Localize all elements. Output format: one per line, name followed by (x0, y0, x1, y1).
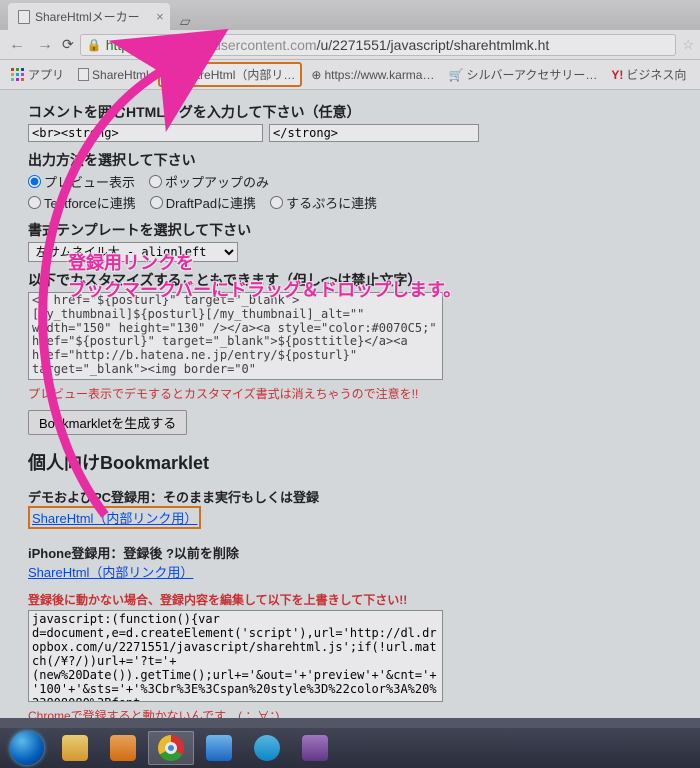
url-host: ://dl.dropboxusercontent.com (136, 37, 317, 53)
output-radio-group: プレビュー表示 ポップアップのみ (28, 172, 672, 191)
new-tab-button[interactable]: ▱ (170, 13, 201, 30)
bookmark-bar: アプリ ShareHtml ShareHtml（内部リ… ⊕https://ww… (0, 60, 700, 90)
warning-text: Chromeで登録すると動かないんです…( ；∀；) (28, 707, 672, 718)
taskbar-skype[interactable] (244, 731, 290, 765)
bookmark-item[interactable]: 🛒シルバーアクセサリー… (443, 64, 602, 85)
warning-text: プレビュー表示でデモするとカスタマイズ書式は消えちゃうので注意を!! (28, 385, 672, 402)
tab-title: ShareHtmlメーカー (35, 8, 140, 25)
url-input[interactable]: 🔒 https://dl.dropboxusercontent.com/u/22… (80, 34, 677, 56)
back-button[interactable]: ← (6, 36, 28, 54)
output-opt[interactable]: Textforceに連携 (28, 193, 136, 212)
windows-icon (10, 731, 44, 765)
lock-icon: 🔒 (87, 38, 102, 52)
page-content: コメントを囲むHTMLタグを入力して下さい（任意） 出力方法を選択して下さい プ… (0, 90, 700, 718)
wrap-prefix-input[interactable] (28, 124, 263, 142)
folder-icon (62, 735, 88, 761)
bookmarklet-link-iphone[interactable]: ShareHtml（内部リンク用） (28, 565, 193, 580)
chrome-icon (158, 735, 184, 761)
taskbar-explorer[interactable] (52, 731, 98, 765)
taskbar-chrome[interactable] (148, 731, 194, 765)
apps-button[interactable]: アプリ (6, 64, 69, 85)
browser-tab[interactable]: ShareHtmlメーカー × (8, 3, 170, 30)
url-path: /u/2271551/javascript/sharehtmlmk.ht (317, 37, 550, 53)
player-icon (110, 735, 136, 761)
custom-code-textarea[interactable]: <a href="${posturl}" target="_blank">[my… (28, 292, 443, 380)
page-icon (18, 10, 30, 24)
taskbar-player[interactable] (100, 731, 146, 765)
karma-icon: ⊕ (311, 68, 321, 82)
annotation-text: 登録用リンクを ブックマークバーにドラッグ＆ドロップします。 (68, 250, 461, 304)
skype-icon (254, 735, 280, 761)
start-button[interactable] (4, 731, 50, 765)
tab-bar: ShareHtmlメーカー × ▱ (0, 0, 700, 30)
output-opt[interactable]: DraftPadに連携 (150, 193, 256, 212)
section-output-heading: 出力方法を選択して下さい (28, 150, 672, 170)
section-wrap-heading: コメントを囲むHTMLタグを入力して下さい（任意） (28, 102, 672, 122)
shop-icon: 🛒 (448, 68, 463, 82)
bookmarklet-heading: 個人向けBookmarklet (28, 449, 672, 475)
wrap-suffix-input[interactable] (269, 124, 479, 142)
address-bar: ← → ⟳ 🔒 https://dl.dropboxusercontent.co… (0, 30, 700, 60)
output-opt[interactable]: ポップアップのみ (149, 172, 269, 191)
taskbar-app[interactable] (292, 731, 338, 765)
register-code-textarea[interactable]: javascript:(function(){var d=document,e=… (28, 610, 443, 702)
app-icon (302, 735, 328, 761)
forward-button: → (34, 36, 56, 54)
output-opt[interactable]: するぷろに連携 (270, 193, 377, 212)
yahoo-icon: Y! (611, 68, 623, 82)
output-radio-group2: Textforceに連携 DraftPadに連携 するぷろに連携 (28, 193, 672, 212)
apps-label: アプリ (28, 66, 64, 83)
page-icon (165, 68, 176, 81)
bookmarklet-link-pc[interactable]: ShareHtml（内部リンク用） (32, 511, 197, 526)
section-template-heading: 書式テンプレートを選択して下さい (28, 220, 672, 240)
generate-button[interactable]: Bookmarkletを生成する (28, 410, 187, 435)
page-icon (78, 68, 89, 81)
pc-register-label: デモおよびPC登録用：そのまま実行もしくは登録 (28, 487, 672, 506)
bookmark-item[interactable]: Y!ビジネス向 (606, 64, 691, 85)
iphone-register-label: iPhone登録用：登録後 ?以前を削除 (28, 543, 672, 562)
close-icon[interactable]: × (156, 9, 164, 24)
taskbar-ie[interactable] (196, 731, 242, 765)
bookmark-item[interactable]: ShareHtml (73, 66, 154, 84)
reload-button[interactable]: ⟳ (62, 36, 74, 53)
star-icon[interactable]: ☆ (682, 37, 694, 53)
apps-icon (11, 68, 25, 82)
warning-text: 登録後に動かない場合、登録内容を編集して以下を上書きして下さい!! (28, 591, 672, 608)
output-opt[interactable]: プレビュー表示 (28, 172, 135, 191)
bookmark-item-highlighted[interactable]: ShareHtml（内部リ… (158, 62, 303, 87)
ie-icon (206, 735, 232, 761)
taskbar (0, 728, 700, 768)
url-scheme: https (106, 37, 136, 53)
bookmark-item[interactable]: ⊕https://www.karma… (306, 66, 439, 84)
